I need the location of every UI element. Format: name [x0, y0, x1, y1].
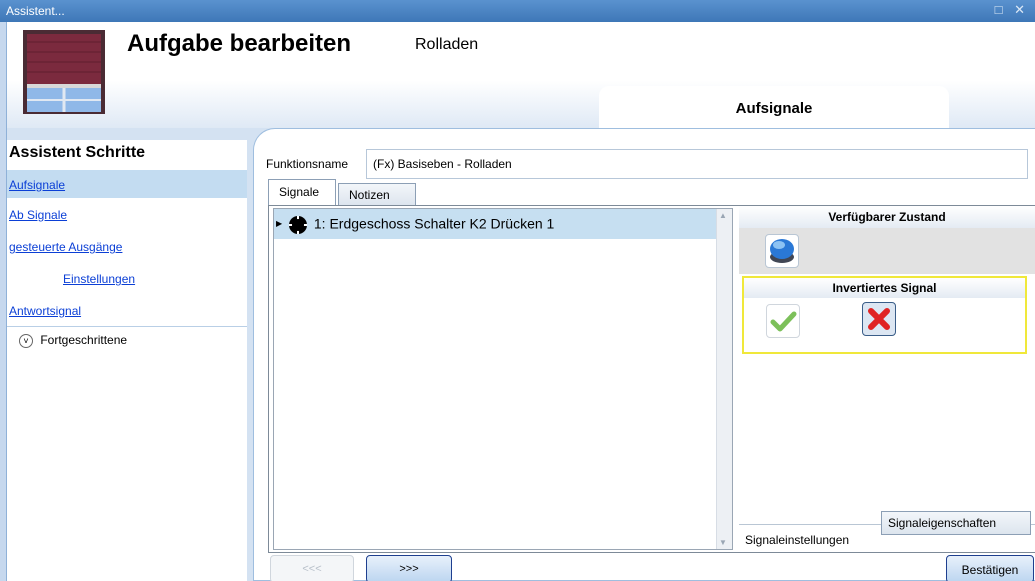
inverted-signal-header: Invertiertes Signal — [744, 278, 1025, 298]
sidebar-step-aufsignale[interactable]: Aufsignale — [9, 178, 65, 192]
check-icon[interactable] — [766, 304, 800, 338]
scroll-up-icon[interactable]: ▲ — [719, 211, 727, 220]
page-subtitle: Rolladen — [415, 36, 479, 53]
wizard-window: Aufgabe bearbeiten Rolladen Aufsignale A… — [6, 22, 1035, 581]
function-name-input[interactable]: (Fx) Basiseben - Rolladen — [366, 149, 1028, 179]
settings-tab-strip: Signaleinstellungen Signaleigenschaften — [739, 511, 1035, 552]
signal-label: 1: Erdgeschoss Schalter K2 Drücken 1 — [313, 215, 555, 232]
tab-signaleinstellungen[interactable]: Signaleinstellungen — [745, 533, 849, 547]
window-title: Assistent... — [6, 4, 65, 18]
advanced-expander[interactable]: ˅ Fortgeschrittene — [7, 326, 247, 352]
blue-push-button-icon[interactable] — [765, 234, 799, 268]
advanced-label: Fortgeschrittene — [40, 333, 128, 347]
available-state-area — [739, 228, 1035, 274]
function-name-label: Funktionsname — [266, 157, 349, 171]
available-state-header: Verfügbarer Zustand — [739, 206, 1035, 228]
signal-settings-panel: Verfügbarer Zustand Invertiertes Signal — [739, 206, 1035, 552]
roller-shutter-icon — [21, 28, 107, 116]
tab-notizen[interactable]: Notizen — [338, 183, 416, 205]
inverted-signal-box: Invertiertes Signal — [742, 276, 1027, 354]
signal-list: ▶ 1: Erdgeschoss Schalter K2 Drücken 1 ▲… — [273, 208, 733, 550]
list-scrollbar[interactable]: ▲ ▼ — [716, 209, 732, 549]
push-button-signal-icon — [288, 215, 308, 235]
tab-signaleigenschaften[interactable]: Signaleigenschaften — [881, 511, 1031, 535]
current-step-tab: Aufsignale — [599, 86, 949, 128]
scroll-down-icon[interactable]: ▼ — [719, 538, 727, 547]
cross-icon[interactable] — [862, 302, 896, 336]
main-content: Funktionsname (Fx) Basiseben - Rolladen … — [253, 128, 1035, 581]
sidebar-step-einstellungen[interactable]: Einstellungen — [63, 272, 135, 286]
signals-panel: ▶ 1: Erdgeschoss Schalter K2 Drücken 1 ▲… — [268, 205, 1035, 553]
page-title: Aufgabe bearbeiten — [127, 30, 352, 57]
tab-signale[interactable]: Signale — [268, 179, 336, 205]
sidebar: Assistent Schritte Aufsignale Ab Signale… — [7, 140, 247, 581]
next-button[interactable]: >>> — [366, 555, 452, 581]
header: Aufgabe bearbeiten Rolladen Aufsignale — [7, 22, 1035, 128]
sidebar-step-gesteuerte-ausgaenge[interactable]: gesteuerte Ausgänge — [9, 240, 122, 254]
row-expand-icon[interactable]: ▶ — [276, 219, 282, 228]
chevron-down-icon: ˅ — [19, 333, 33, 348]
sidebar-title: Assistent Schritte — [9, 144, 146, 161]
confirm-button[interactable]: Bestätigen — [946, 555, 1034, 581]
previous-button[interactable]: <<< — [270, 555, 354, 581]
signal-row[interactable]: ▶ 1: Erdgeschoss Schalter K2 Drücken 1 — [274, 209, 716, 239]
title-bar: Assistent... □ ✕ — [0, 0, 1035, 22]
sidebar-step-antwortsignal[interactable]: Antwortsignal — [9, 304, 81, 318]
window-controls[interactable]: □ ✕ — [995, 2, 1029, 18]
sidebar-step-ab-signale[interactable]: Ab Signale — [9, 208, 67, 222]
